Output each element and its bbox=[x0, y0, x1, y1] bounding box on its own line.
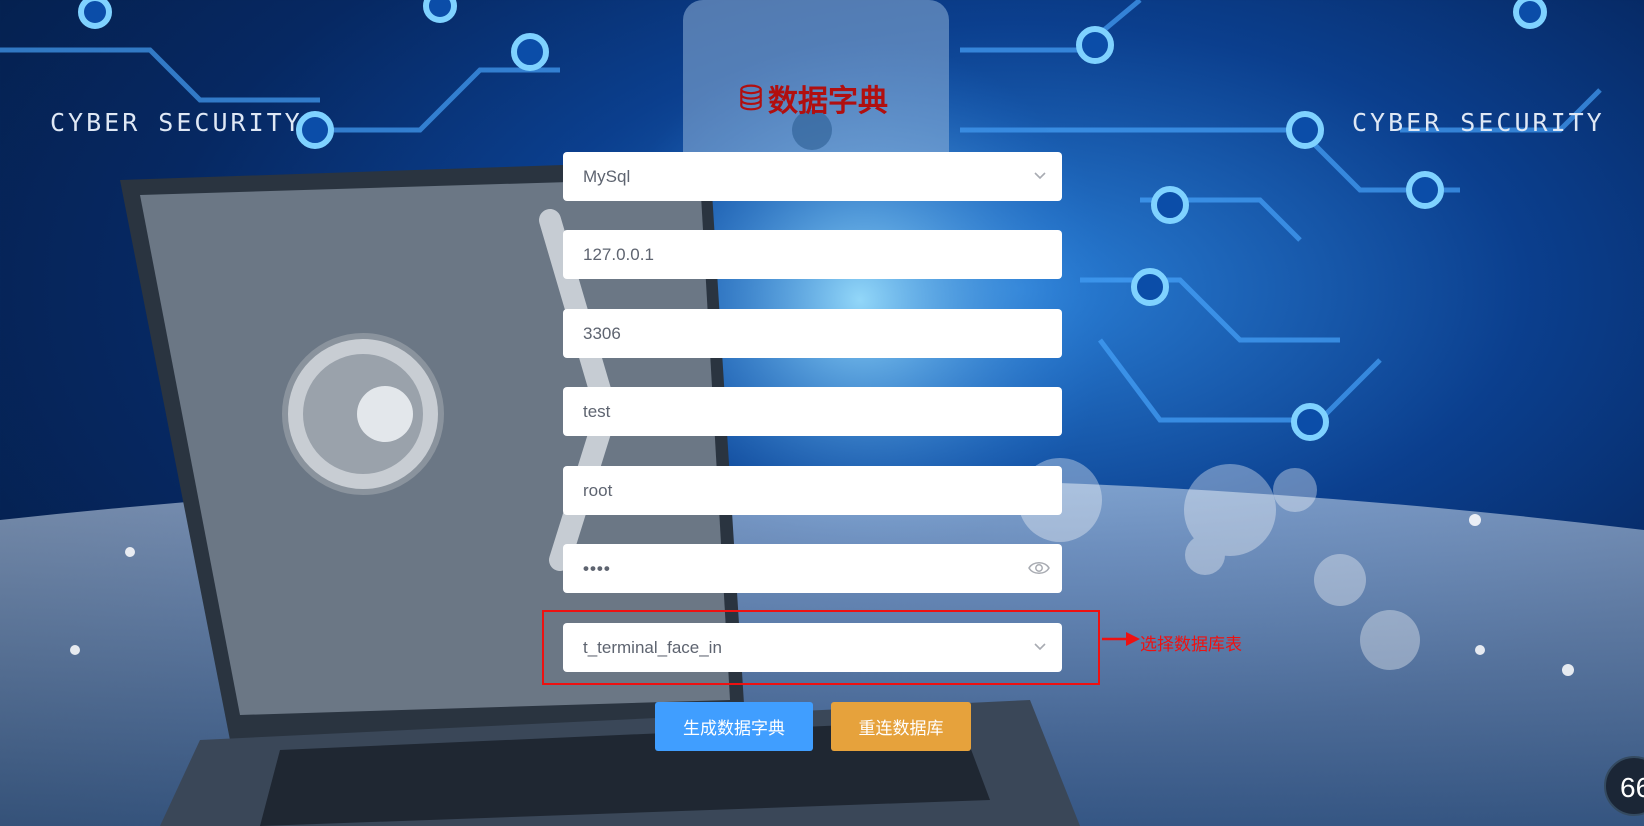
username-value: root bbox=[583, 480, 613, 500]
eye-icon[interactable] bbox=[1028, 558, 1050, 578]
page-title: 数据字典 bbox=[738, 76, 888, 120]
host-value: 127.0.0.1 bbox=[583, 244, 654, 264]
database-value: test bbox=[583, 401, 611, 421]
table-select[interactable]: t_terminal_face_in bbox=[563, 623, 1062, 672]
port-value: 3306 bbox=[583, 323, 621, 343]
reconnect-database-button[interactable]: 重连数据库 bbox=[831, 702, 971, 751]
annotation-text: 选择数据库表 bbox=[1140, 635, 1242, 654]
arrow-right-icon bbox=[1102, 632, 1140, 646]
db-type-value: MySql bbox=[583, 166, 631, 186]
widget-value: 66 bbox=[1620, 772, 1644, 803]
banner-left-text: CYBER SECURITY bbox=[50, 108, 303, 137]
database-icon bbox=[740, 84, 762, 111]
database-input[interactable]: test bbox=[563, 387, 1062, 436]
db-type-select[interactable]: MySql bbox=[563, 152, 1062, 201]
username-input[interactable]: root bbox=[563, 466, 1062, 515]
password-input[interactable]: •••• bbox=[563, 544, 1062, 593]
host-input[interactable]: 127.0.0.1 bbox=[563, 230, 1062, 279]
table-value: t_terminal_face_in bbox=[583, 637, 722, 657]
page-title-text: 数据字典 bbox=[768, 85, 888, 118]
chevron-down-icon bbox=[1034, 643, 1046, 651]
generate-dictionary-button[interactable]: 生成数据字典 bbox=[655, 702, 813, 751]
password-value: •••• bbox=[583, 558, 611, 578]
banner-right-text: CYBER SECURITY bbox=[1352, 108, 1605, 137]
port-input[interactable]: 3306 bbox=[563, 309, 1062, 358]
chevron-down-icon bbox=[1034, 172, 1046, 180]
